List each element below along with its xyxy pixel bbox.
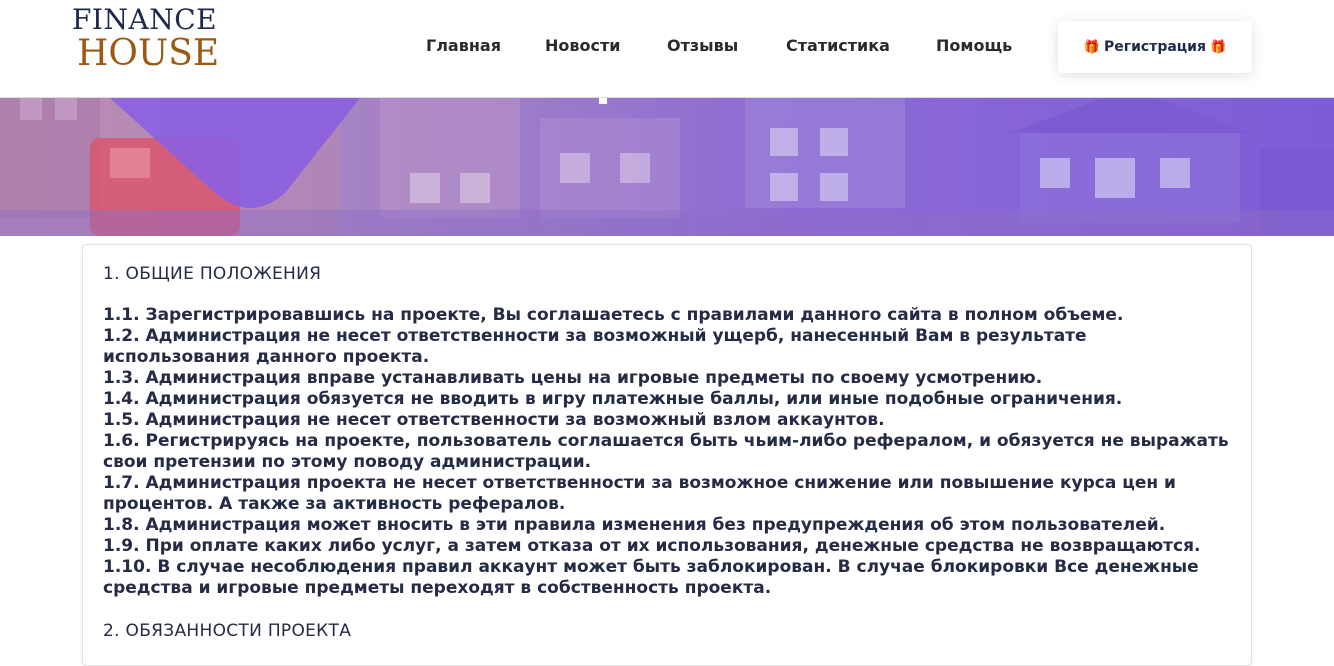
register-button[interactable]: 🎁 Регистрация 🎁 [1058, 21, 1252, 73]
site-header: FINANCE HOUSE Главная Новости Отзывы Ста… [0, 0, 1334, 98]
register-label: Регистрация [1104, 39, 1206, 55]
rule-item: 1.1. Зарегистрировавшись на проекте, Вы … [103, 305, 1124, 325]
rule-item: 1.2. Администрация не несет ответственно… [103, 326, 1087, 367]
rule-item: 1.4. Администрация обязуется не вводить … [103, 389, 1123, 409]
logo-line-1: FINANCE [72, 3, 218, 36]
nav-statistics[interactable]: Статистика [786, 36, 890, 55]
section-title: 2. ОБЯЗАННОСТИ ПРОЕКТА [103, 621, 352, 641]
rules-list: 1.1. Зарегистрировавшись на проекте, Вы … [103, 305, 1233, 599]
rule-item: 1.5. Администрация не несет ответственно… [103, 410, 885, 430]
nav-reviews[interactable]: Отзывы [667, 36, 738, 55]
logo[interactable]: FINANCE HOUSE [72, 6, 222, 72]
rule-item: 1.3. Администрация вправе устанавливать … [103, 368, 1043, 388]
rule-item: 1.6. Регистрируясь на проекте, пользоват… [103, 431, 1229, 472]
gift-icon: 🎁 [1209, 39, 1227, 55]
nav-help[interactable]: Помощь [936, 36, 1012, 55]
nav-news[interactable]: Новости [545, 36, 620, 55]
section-title: 1. ОБЩИЕ ПОЛОЖЕНИЯ [103, 264, 322, 284]
nav-home[interactable]: Главная [426, 36, 501, 55]
rule-item: 1.7. Администрация проекта не несет отве… [103, 473, 1176, 514]
rule-item: 1.9. При оплате каких либо услуг, а зате… [103, 536, 1201, 556]
rule-item: 1.8. Администрация может вносить в эти п… [103, 515, 1166, 535]
hero-banner [0, 98, 1334, 236]
rules-card: 1. ОБЩИЕ ПОЛОЖЕНИЯ 1.1. Зарегистрировавш… [82, 244, 1252, 666]
rule-item: 1.10. В случае несоблюдения правил аккау… [103, 557, 1199, 598]
gift-icon: 🎁 [1083, 39, 1101, 55]
houses-illustration [0, 98, 1334, 236]
logo-line-2: HOUSE [77, 33, 220, 74]
